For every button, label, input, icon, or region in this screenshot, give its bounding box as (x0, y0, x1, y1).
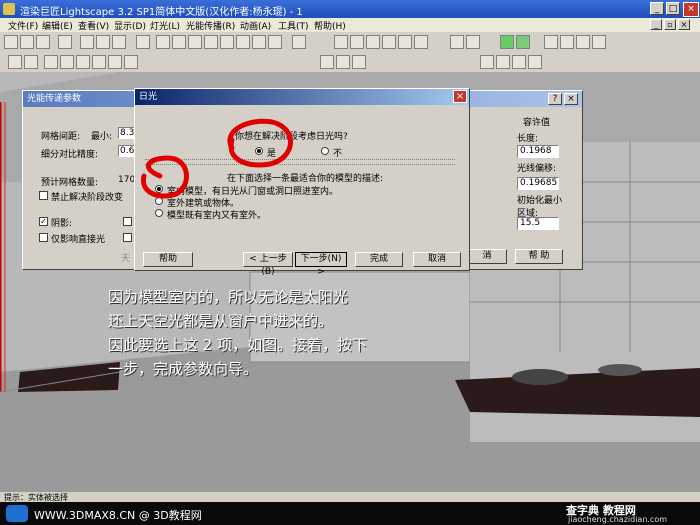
watermark-url: jiaocheng.chazidian.com (568, 515, 668, 524)
site-logo-icon (6, 505, 28, 522)
status-bar: 提示：实体被选择 (0, 492, 700, 502)
caption-line-1: 因为模型室内的，所以无论是太阳光 (108, 288, 349, 306)
footer-banner: WWW.3DMAX8.CN @ 3D教程网 查字典 教程网 jiaocheng.… (0, 502, 700, 525)
caption-line-3: 因此要选上这 2 项，如图。接着，按下 (108, 336, 368, 354)
footer-site-text: WWW.3DMAX8.CN @ 3D教程网 (34, 509, 202, 522)
annotation-circle-indoor (140, 155, 189, 199)
annotation-circle-yes (227, 118, 293, 168)
caption-line-4: 一步，完成参数向导。 (108, 360, 259, 378)
caption-line-2: 还上天空光都是从窗户中进来的。 (108, 312, 334, 330)
annotation-marks (140, 118, 293, 199)
